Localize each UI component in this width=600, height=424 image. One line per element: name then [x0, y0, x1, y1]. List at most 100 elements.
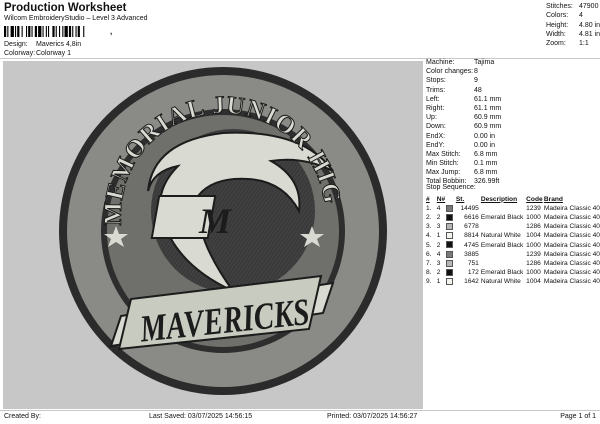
stop-number: 8. — [426, 269, 432, 277]
machine-row: Machine: Tajima — [426, 59, 598, 68]
barcode-bar — [55, 26, 57, 37]
machine-row: Max Stitch: 6.8 mm — [426, 151, 598, 160]
design-line: Design: Maverics 4,8in — [4, 41, 81, 49]
header-swatch — [446, 195, 455, 204]
stop-number: 9. — [426, 278, 432, 286]
table-row: 2. 2 6616 Emerald Black 1000 Madeira Classic … — [426, 213, 600, 222]
software-name: Wilcom EmbroideryStudio – Level 3 Advanc… — [4, 15, 148, 22]
machine-row: Trims: 48 — [426, 87, 598, 96]
needle-number: 3 — [436, 223, 441, 231]
barcode-bar — [7, 26, 9, 37]
table-row: 6. 4 3885 1239 Madeira Classic 40 — [426, 250, 600, 259]
barcode-bar — [15, 26, 17, 37]
barcode-bar — [75, 26, 77, 37]
color-swatch — [446, 223, 455, 232]
color-swatch — [446, 241, 455, 250]
thread-description — [481, 223, 526, 232]
thread-description: Emerald Black — [480, 241, 524, 249]
stat-value: 4.80 in — [579, 21, 600, 29]
stitch-count: 8814 — [464, 232, 479, 240]
swatch-box — [446, 232, 454, 240]
stat-row: Height: 4.80 in — [546, 22, 600, 31]
table-row: 8. 2 172 Emerald Black 1000 Madeira Classic 4… — [426, 269, 600, 278]
stitch-count: 6778 — [464, 223, 479, 231]
machine-row: Min Stitch: 0.1 mm — [426, 160, 598, 169]
machine-value: 6.8 mm — [474, 150, 498, 158]
stat-value: 4.81 in — [579, 30, 600, 38]
machine-value: 61.1 mm — [474, 104, 502, 112]
machine-value: 9 — [474, 77, 478, 85]
machine-row: Color changes:8 — [426, 68, 598, 77]
stop-number: 6. — [426, 250, 432, 258]
machine-row: Down: 60.9 mm — [426, 123, 598, 132]
stitch-count: 172 — [467, 269, 479, 277]
machine-row: Left: 61.1 mm — [426, 96, 598, 105]
machine-value: 0.1 mm — [474, 160, 498, 168]
stat-value: 4 — [579, 12, 583, 20]
machine-value: 8 — [474, 68, 478, 76]
header-needle: N# — [436, 195, 446, 203]
barcode: , — [4, 26, 116, 37]
needle-number: 1 — [436, 232, 441, 240]
thread-brand: Madeira Classic 40 — [543, 223, 600, 231]
table-row: 3. 3 6778 1286 Madeira Classic 40 — [426, 223, 600, 232]
table-row: 7. 3 751 1286 Madeira Classic 40 — [426, 259, 600, 268]
barcode-bar — [52, 26, 55, 37]
thread-code: 1286 — [526, 223, 541, 231]
machine-value: 60.9 mm — [474, 123, 502, 131]
barcode-bar — [72, 26, 74, 37]
machine-value: 48 — [474, 86, 482, 94]
machine-value: 0.00 in — [474, 132, 496, 140]
colorway-value: Colorway 1 — [36, 50, 72, 57]
machine-label: Color changes: — [426, 68, 474, 76]
barcode-bar — [28, 26, 31, 37]
stop-sequence-title: Stop Sequence: — [426, 184, 476, 191]
stitch-count: 751 — [467, 259, 479, 267]
machine-row: EndX: 0.00 in — [426, 133, 598, 142]
machine-value: 60.9 mm — [474, 114, 502, 122]
stop-number: 7. — [426, 259, 432, 267]
machine-row: Stops: 9 — [426, 77, 598, 86]
design-value: Maverics 4,8in — [36, 41, 82, 48]
thread-description — [481, 204, 526, 213]
table-row: 9. 1 1642 Natural White 1004 Madeira Classic … — [426, 278, 600, 287]
thread-code: 1000 — [526, 269, 541, 277]
barcode-bar — [17, 26, 20, 37]
barcode-bar — [48, 26, 50, 37]
swatch-box — [446, 241, 454, 249]
barcode-bar — [68, 26, 72, 37]
machine-label: Left: — [426, 95, 440, 103]
needle-number: 2 — [436, 214, 441, 222]
header-code: Code — [526, 195, 543, 203]
created-by: Created By: — [4, 413, 41, 420]
barcode-bar — [42, 26, 44, 37]
stat-row: Zoom: 1:1 — [546, 40, 600, 49]
machine-label: Machine: — [426, 59, 455, 66]
machine-label: Up: — [426, 114, 437, 122]
design-label: Design: — [4, 41, 28, 48]
thread-code: 1286 — [526, 259, 541, 267]
color-swatch — [446, 204, 455, 213]
needle-number: 3 — [436, 259, 441, 267]
page-number: Page 1 of 1 — [560, 413, 596, 420]
thread-brand: Madeira Classic 40 — [543, 259, 600, 267]
last-saved: Last Saved: 03/07/2025 14:56:15 — [149, 413, 253, 420]
thread-code: 1000 — [526, 214, 541, 222]
thread-code: 1239 — [526, 204, 541, 212]
barcode-bar — [45, 26, 47, 37]
stitch-count: 3885 — [464, 250, 479, 258]
machine-label: EndX: — [426, 132, 446, 140]
stop-number: 2. — [426, 214, 432, 222]
color-swatch — [446, 259, 455, 268]
stat-label: Colors: — [546, 12, 569, 20]
thread-brand: Madeira Classic 40 — [543, 214, 600, 222]
stop-sequence-header: # N# St. Description Code Brand — [426, 195, 600, 204]
header-description: Description — [480, 195, 518, 203]
machine-info: Machine: Tajima Color changes:8 Stops: 9 Trim… — [426, 59, 598, 188]
embroidery-patch: M MEMORIAL JUNIOR HIGH MAVERICKS — [3, 61, 387, 395]
machine-label: Right: — [426, 104, 445, 112]
needle-number: 2 — [436, 241, 441, 249]
color-swatch — [446, 278, 455, 287]
needle-number: 1 — [436, 278, 441, 286]
thread-brand: Madeira Classic 40 — [543, 204, 600, 212]
